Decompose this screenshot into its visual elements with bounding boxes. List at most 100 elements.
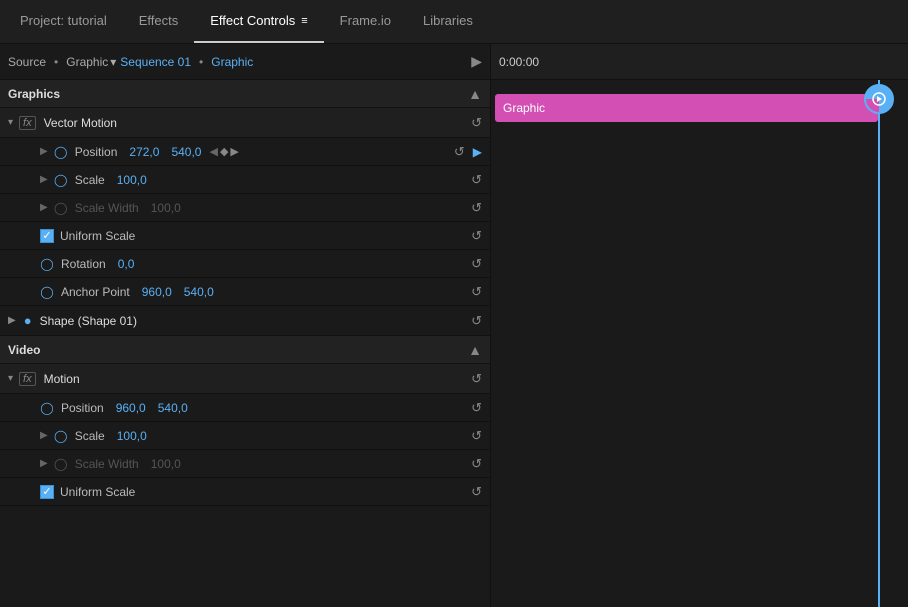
motion-scale-clock-icon[interactable]: ◯ xyxy=(54,429,68,443)
rotation-row: ◯ Rotation 0,0 ↺ xyxy=(0,250,490,278)
vector-motion-name: Vector Motion xyxy=(44,116,117,130)
motion-scale-value[interactable]: 100,0 xyxy=(117,429,147,443)
motion-position-reset-icon[interactable]: ↺ xyxy=(471,400,482,416)
motion-scale-reset-icon[interactable]: ↺ xyxy=(471,428,482,444)
motion-name: Motion xyxy=(44,372,80,386)
graphic-bar[interactable]: Graphic xyxy=(495,94,878,122)
source-dot2: • xyxy=(199,55,203,69)
uniform-scale-row: ✓ Uniform Scale ↺ xyxy=(0,222,490,250)
motion-uniform-scale-checkbox[interactable]: ✓ xyxy=(40,485,54,499)
source-sequence: Sequence 01 xyxy=(120,55,191,69)
vector-motion-toggle-icon[interactable]: ▾ xyxy=(8,117,13,128)
tab-libraries[interactable]: Libraries xyxy=(407,0,489,43)
scale-value[interactable]: 100,0 xyxy=(117,173,147,187)
anchor-clock-icon[interactable]: ◯ xyxy=(40,285,54,299)
collapse-video-icon[interactable]: ▲ xyxy=(468,342,482,358)
tab-frameio[interactable]: Frame.io xyxy=(324,0,407,43)
motion-scale-width-label: Scale Width xyxy=(75,457,139,471)
source-chevron-icon: ▾ xyxy=(110,55,116,69)
shape-expand-icon[interactable]: ▶ xyxy=(8,315,16,326)
motion-position-value1[interactable]: 960,0 xyxy=(116,401,146,415)
motion-scale-width-clock-icon[interactable]: ◯ xyxy=(54,457,68,471)
motion-reset-icon[interactable]: ↺ xyxy=(471,371,482,387)
uniform-scale-checkbox[interactable]: ✓ xyxy=(40,229,54,243)
motion-scale-width-value: 100,0 xyxy=(151,457,181,471)
source-dropdown[interactable]: Graphic ▾ xyxy=(66,55,116,69)
prev-keyframe-icon[interactable]: ◀ xyxy=(209,145,217,158)
anchor-reset-icon[interactable]: ↺ xyxy=(471,284,482,300)
motion-scale-label: Scale xyxy=(75,429,105,443)
tab-bar: Project: tutorial Effects Effect Control… xyxy=(0,0,908,44)
source-dot1: • xyxy=(54,55,58,69)
next-keyframe-icon[interactable]: ▶ xyxy=(230,145,238,158)
motion-position-clock-icon[interactable]: ◯ xyxy=(40,401,54,415)
motion-position-row: ◯ Position 960,0 540,0 ↺ xyxy=(0,394,490,422)
scale-width-clock-icon[interactable]: ◯ xyxy=(54,201,68,215)
shape-reset-icon[interactable]: ↺ xyxy=(471,313,482,329)
position-nav: ◀ ◆ ▶ xyxy=(209,145,238,158)
position-value2[interactable]: 540,0 xyxy=(171,145,201,159)
position-row: ▶ ◯ Position 272,0 540,0 ◀ ◆ ▶ ↺ ▶ xyxy=(0,138,490,166)
scale-reset-icon[interactable]: ↺ xyxy=(471,172,482,188)
position-expand-icon[interactable]: ▶ xyxy=(40,146,48,157)
anchor-value1[interactable]: 960,0 xyxy=(142,285,172,299)
motion-scale-width-row: ▶ ◯ Scale Width 100,0 ↺ xyxy=(0,450,490,478)
position-reset-icon[interactable]: ↺ xyxy=(454,144,465,160)
timeline-cursor-head[interactable] xyxy=(864,84,894,114)
rotation-value[interactable]: 0,0 xyxy=(118,257,135,271)
motion-scale-width-expand-icon[interactable]: ▶ xyxy=(40,458,48,469)
anchor-value2[interactable]: 540,0 xyxy=(184,285,214,299)
timecode-display: 0:00:00 xyxy=(499,55,539,69)
motion-scale-row: ▶ ◯ Scale 100,0 ↺ xyxy=(0,422,490,450)
motion-scale-expand-icon[interactable]: ▶ xyxy=(40,430,48,441)
source-label: Source xyxy=(8,55,46,69)
play-button[interactable]: ▶ xyxy=(471,53,482,70)
eye-icon[interactable]: ● xyxy=(24,313,32,328)
motion-position-value2[interactable]: 540,0 xyxy=(158,401,188,415)
position-value1[interactable]: 272,0 xyxy=(129,145,159,159)
motion-header[interactable]: ▾ fx Motion ↺ xyxy=(0,364,490,394)
scale-width-reset-icon[interactable]: ↺ xyxy=(471,200,482,216)
position-out-icon: ▶ xyxy=(473,145,482,159)
fx-badge: fx xyxy=(19,116,36,130)
motion-uniform-reset-icon[interactable]: ↺ xyxy=(471,484,482,500)
position-label: Position xyxy=(75,145,118,159)
video-title: Video xyxy=(8,343,40,357)
panel-menu-icon[interactable]: ≡ xyxy=(301,15,307,27)
graphics-section-header: Graphics ▲ xyxy=(0,80,490,108)
motion-toggle-icon[interactable]: ▾ xyxy=(8,373,13,384)
shape-name: Shape (Shape 01) xyxy=(40,314,137,328)
timeline-cursor-line xyxy=(878,80,880,607)
scale-expand-icon[interactable]: ▶ xyxy=(40,174,48,185)
tab-effect-controls[interactable]: Effect Controls ≡ xyxy=(194,0,323,43)
tab-project[interactable]: Project: tutorial xyxy=(4,0,123,43)
tab-effects[interactable]: Effects xyxy=(123,0,195,43)
timeline-header: 0:00:00 xyxy=(491,44,908,80)
rotation-reset-icon[interactable]: ↺ xyxy=(471,256,482,272)
rotation-label: Rotation xyxy=(61,257,106,271)
motion-uniform-scale-label: Uniform Scale xyxy=(60,485,135,499)
vector-motion-reset-icon[interactable]: ↺ xyxy=(471,115,482,131)
anchor-point-row: ◯ Anchor Point 960,0 540,0 ↺ xyxy=(0,278,490,306)
motion-position-label: Position xyxy=(61,401,104,415)
anchor-label: Anchor Point xyxy=(61,285,130,299)
vector-motion-header[interactable]: ▾ fx Vector Motion ↺ xyxy=(0,108,490,138)
scale-width-row: ▶ ◯ Scale Width 100,0 ↺ xyxy=(0,194,490,222)
scale-width-expand-icon[interactable]: ▶ xyxy=(40,202,48,213)
source-row: Source • Graphic ▾ Sequence 01 • Graphic… xyxy=(0,44,490,80)
timeline-area: Graphic xyxy=(491,80,908,607)
source-graphic: Graphic xyxy=(211,55,253,69)
graphics-title: Graphics xyxy=(8,87,60,101)
rotation-clock-icon[interactable]: ◯ xyxy=(40,257,54,271)
uniform-scale-reset-icon[interactable]: ↺ xyxy=(471,228,482,244)
position-clock-icon[interactable]: ◯ xyxy=(54,145,68,159)
scale-width-label: Scale Width xyxy=(75,201,139,215)
shape-row: ▶ ● Shape (Shape 01) ↺ xyxy=(0,306,490,336)
scale-row: ▶ ◯ Scale 100,0 ↺ xyxy=(0,166,490,194)
uniform-scale-label: Uniform Scale xyxy=(60,229,135,243)
source-name: Graphic xyxy=(66,55,108,69)
scale-clock-icon[interactable]: ◯ xyxy=(54,173,68,187)
add-keyframe-icon[interactable]: ◆ xyxy=(220,145,228,158)
motion-scale-width-reset-icon[interactable]: ↺ xyxy=(471,456,482,472)
collapse-graphics-icon[interactable]: ▲ xyxy=(468,86,482,102)
